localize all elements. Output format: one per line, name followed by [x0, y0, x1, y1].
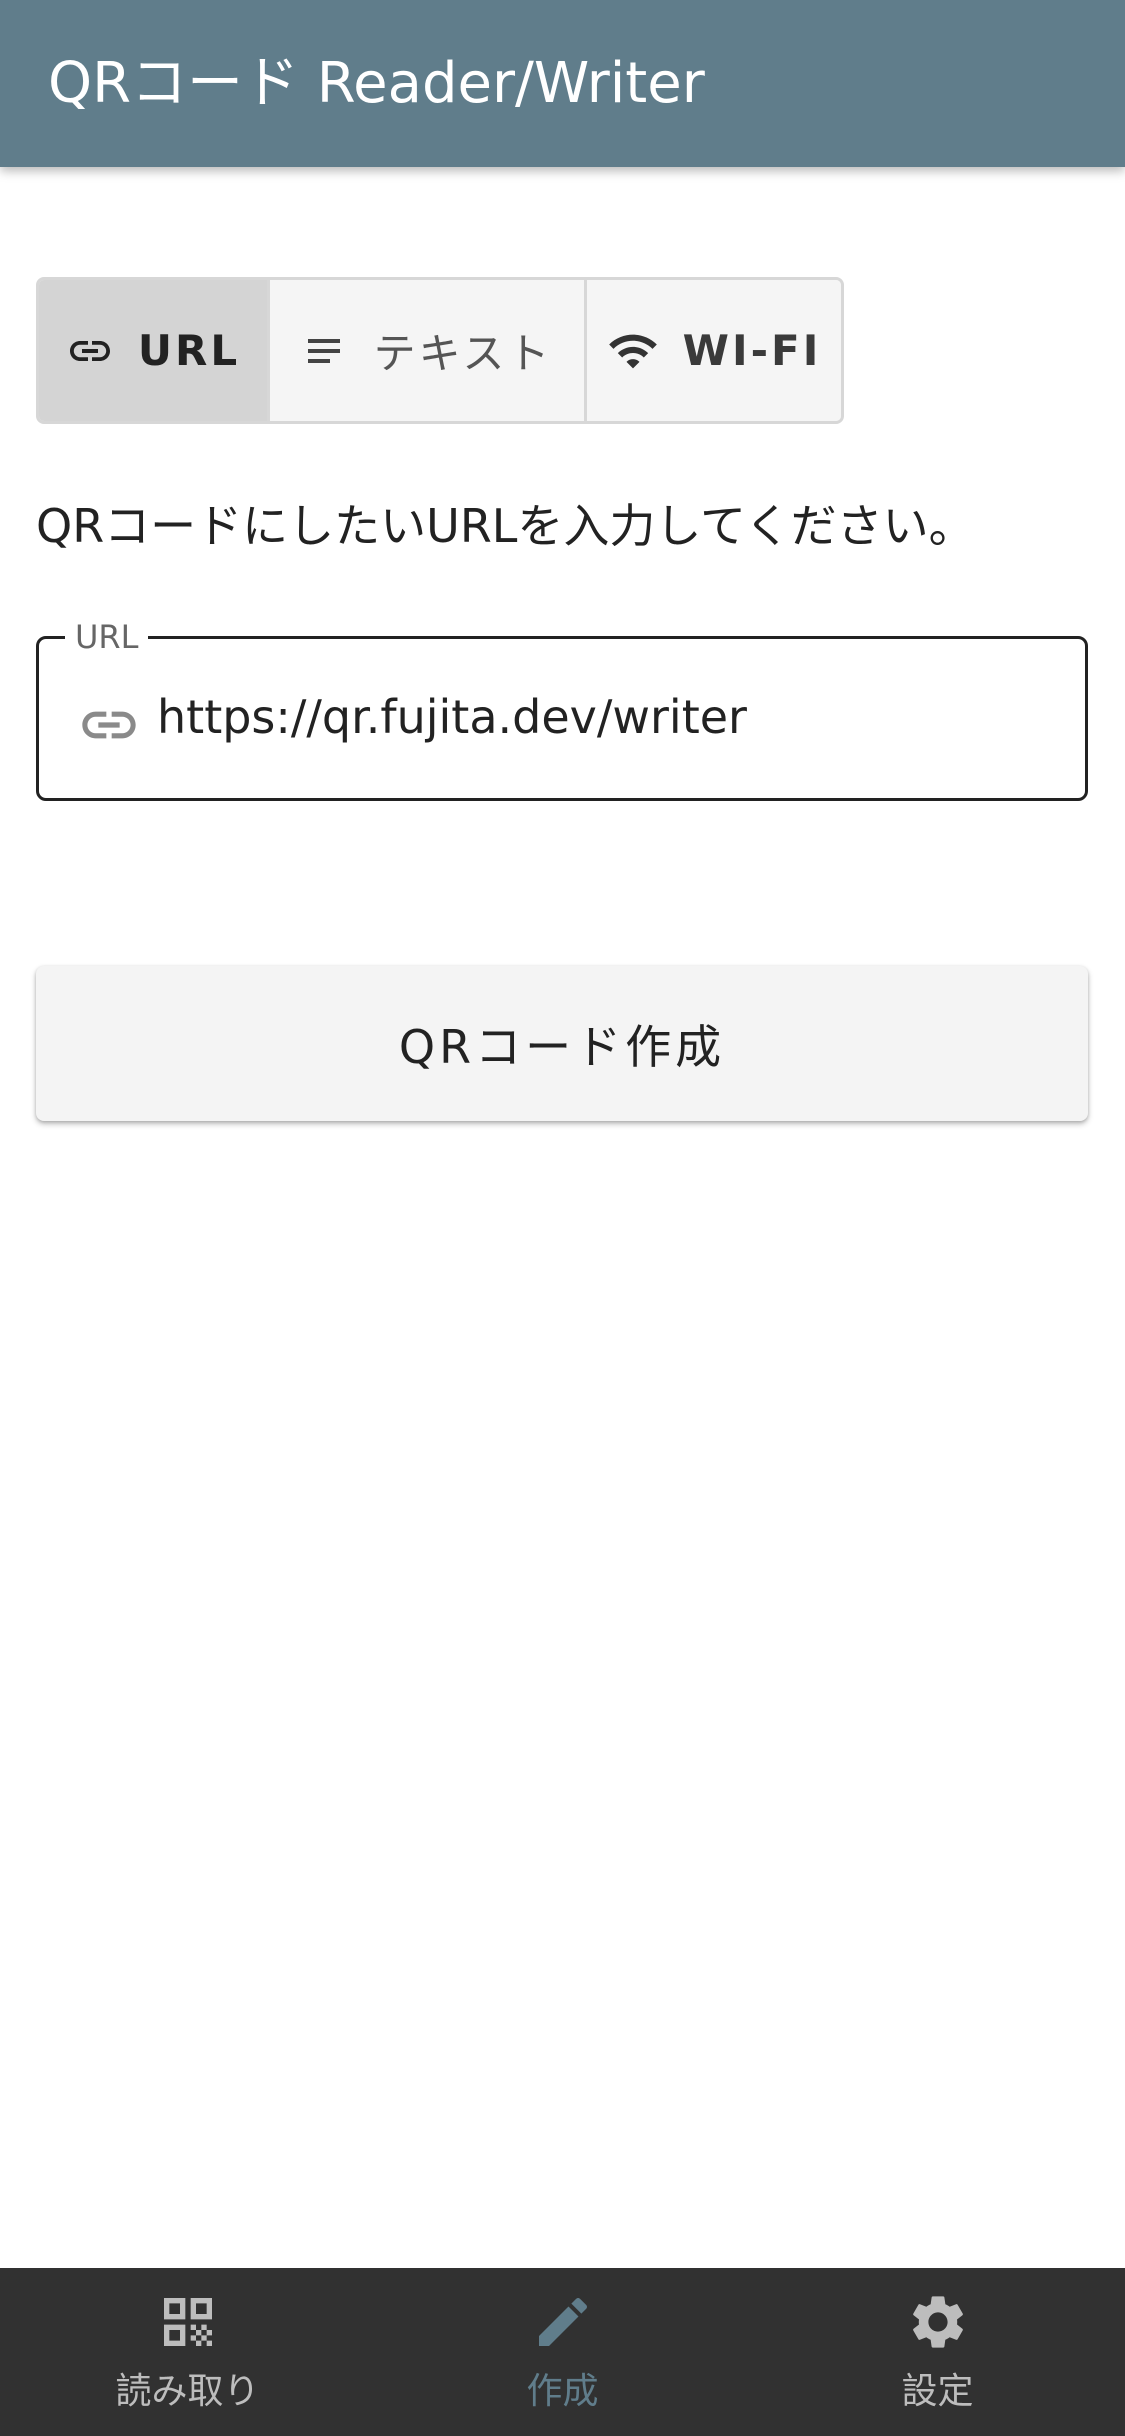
toggle-text[interactable]: テキスト: [267, 280, 584, 421]
nav-label-settings: 設定: [901, 2371, 974, 2412]
nav-item-settings[interactable]: 設定: [750, 2268, 1125, 2436]
nav-item-read[interactable]: 読み取り: [0, 2268, 375, 2436]
toggle-text-label: テキスト: [373, 329, 553, 378]
url-input[interactable]: [157, 677, 1057, 757]
bottom-navigation: 読み取り 作成 設定: [0, 2268, 1125, 2436]
link-icon: [66, 327, 114, 375]
gear-icon: [906, 2290, 970, 2358]
pencil-icon: [531, 2290, 595, 2358]
nav-label-read: 読み取り: [115, 2371, 260, 2412]
mode-toggle-group: URL テキスト WI-FI: [36, 277, 844, 424]
create-qr-button[interactable]: QRコード作成: [36, 966, 1088, 1121]
toggle-wifi[interactable]: WI-FI: [584, 280, 841, 421]
text-lines-icon: [302, 327, 350, 375]
wifi-icon: [607, 325, 659, 377]
app-bar: QRコード Reader/Writer: [0, 0, 1125, 167]
instruction-text: QRコードにしたいURLを入力してください。: [36, 499, 975, 553]
toggle-url-label: URL: [137, 326, 241, 375]
toggle-url[interactable]: URL: [39, 280, 267, 421]
url-field[interactable]: URL: [36, 617, 1088, 801]
link-icon: [77, 693, 141, 761]
toggle-wifi-label: WI-FI: [682, 326, 822, 375]
qr-code-scan-icon: [156, 2290, 220, 2358]
app-title: QRコード Reader/Writer: [48, 51, 705, 116]
nav-item-create[interactable]: 作成: [375, 2268, 750, 2436]
url-field-label: URL: [65, 617, 149, 657]
nav-label-create: 作成: [526, 2371, 599, 2412]
